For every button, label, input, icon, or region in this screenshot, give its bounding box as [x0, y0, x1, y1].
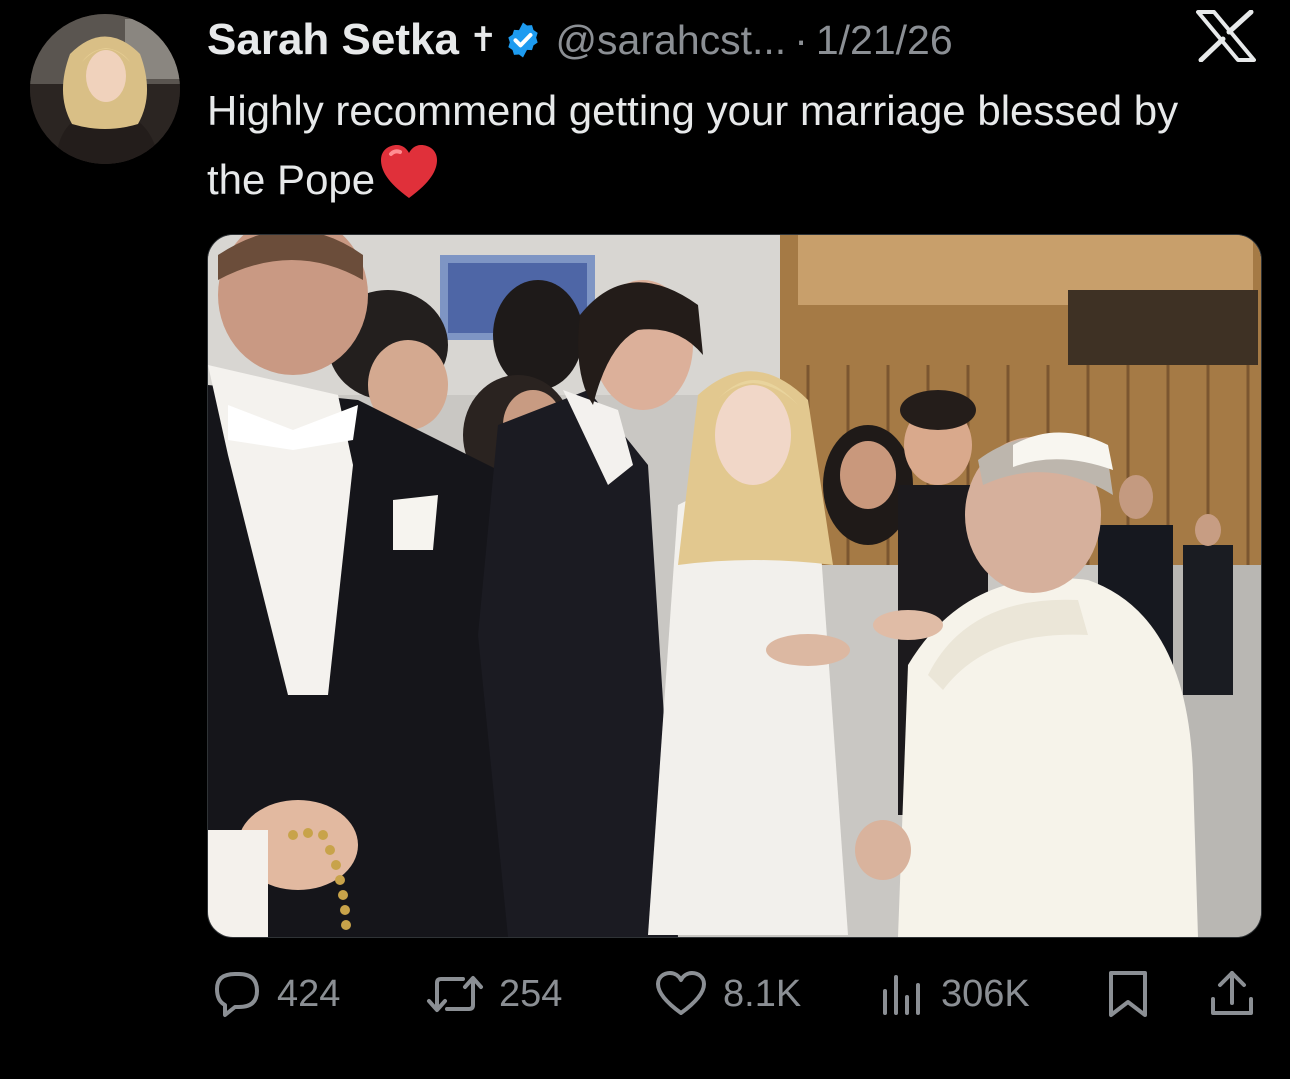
repost-count: 254 — [499, 972, 563, 1015]
bookmark-icon — [1109, 971, 1147, 1017]
heart-emoji-icon — [379, 144, 439, 219]
share-button[interactable] — [1207, 966, 1271, 1022]
tweet-actions: 424 254 8.1K 306K — [207, 966, 1260, 1022]
author-avatar[interactable] — [30, 14, 180, 164]
like-count: 8.1K — [723, 972, 802, 1015]
tweet-header: Sarah Setka ✝ @sarahcst... · 1/21/26 — [207, 12, 953, 68]
heart-outline-icon — [656, 971, 706, 1015]
tweet-date[interactable]: 1/21/26 — [816, 17, 953, 64]
share-upload-icon — [1211, 971, 1253, 1015]
like-button[interactable]: 8.1K — [653, 966, 801, 1022]
repost-arrows-icon — [427, 976, 483, 1012]
x-logo-icon — [1196, 10, 1256, 62]
views-button[interactable]: 306K — [877, 966, 1030, 1022]
reply-bubble-icon — [215, 972, 259, 1017]
bookmark-button[interactable] — [1105, 966, 1165, 1022]
repost-button[interactable]: 254 — [425, 966, 562, 1022]
tweet-text: Highly recommend getting your marriage b… — [207, 78, 1217, 219]
bar-chart-icon — [883, 975, 920, 1015]
avatar-photo — [30, 14, 180, 164]
view-count: 306K — [941, 972, 1030, 1015]
author-handle[interactable]: @sarahcst... — [555, 17, 786, 64]
cross-icon: ✝ — [468, 21, 498, 59]
reply-button[interactable]: 424 — [207, 966, 340, 1022]
verified-badge-icon — [508, 22, 539, 58]
tweet-photo[interactable] — [207, 234, 1262, 938]
reply-count: 424 — [277, 972, 341, 1015]
photo-scene — [208, 235, 1261, 937]
author-name[interactable]: Sarah Setka — [207, 15, 459, 65]
tweet-body: Highly recommend getting your marriage b… — [207, 87, 1179, 203]
header-separator: · — [794, 16, 808, 63]
